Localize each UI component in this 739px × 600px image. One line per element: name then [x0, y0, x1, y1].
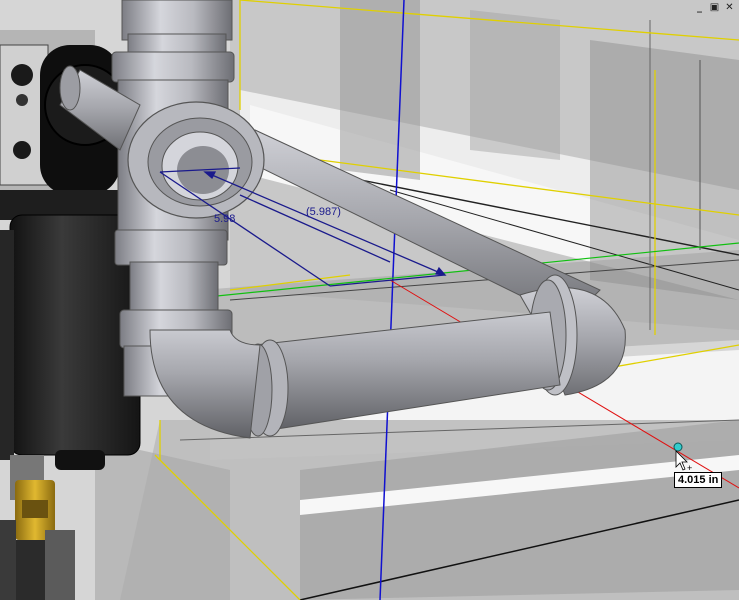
cad-scene[interactable]: (5.987) 5.98 +: [0, 0, 739, 600]
minimize-icon[interactable]: _: [694, 3, 705, 14]
snap-point[interactable]: [673, 442, 683, 452]
window-controls: _ ▣ ✕: [694, 3, 735, 14]
3d-viewport[interactable]: (5.987) 5.98 + _ ▣ ✕ 4.015 in: [0, 0, 739, 600]
driven-dimension-label[interactable]: (5.987): [306, 206, 341, 218]
partial-dimension-label[interactable]: 5.98: [214, 213, 235, 225]
measure-readout: 4.015 in: [674, 472, 723, 488]
tee-opening: [127, 101, 265, 219]
close-icon[interactable]: ✕: [724, 3, 735, 14]
restore-icon[interactable]: ▣: [709, 3, 720, 14]
